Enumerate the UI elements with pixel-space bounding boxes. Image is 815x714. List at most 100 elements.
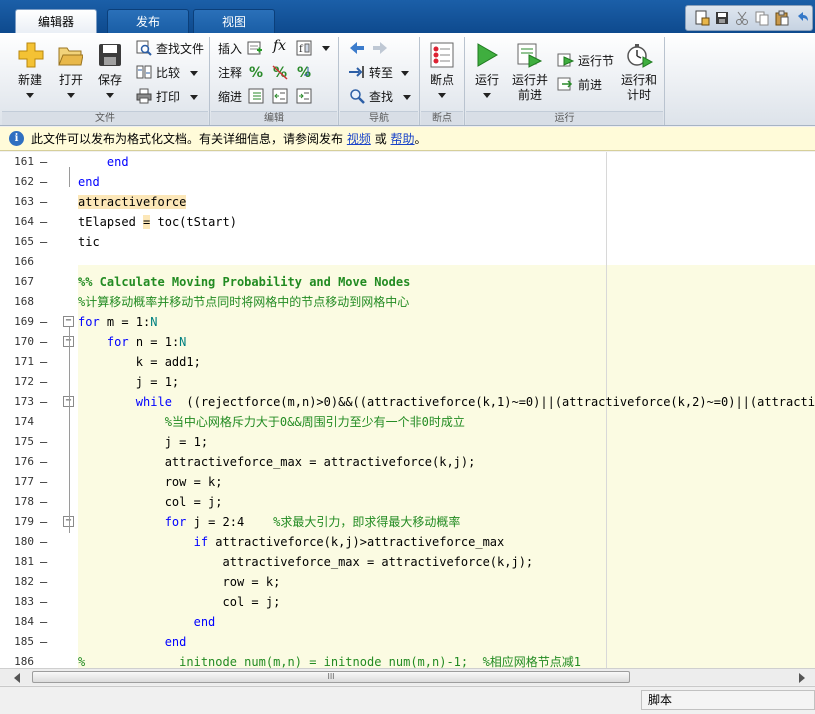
code-editor[interactable]: 161– end 162– end 163– attractiveforce 164– tE… bbox=[0, 152, 815, 668]
paste-icon[interactable] bbox=[774, 10, 790, 26]
scroll-right-arrow-icon[interactable] bbox=[799, 673, 805, 683]
executable-line-marker[interactable]: – bbox=[40, 612, 47, 632]
breakpoints-button[interactable]: 断点 bbox=[421, 73, 463, 103]
executable-line-marker[interactable]: – bbox=[40, 352, 47, 372]
run-section-button[interactable]: 运行节 bbox=[578, 52, 614, 69]
executable-line-marker[interactable]: – bbox=[40, 592, 47, 612]
tab-editor[interactable]: 编辑器 bbox=[15, 9, 97, 34]
executable-line-marker[interactable]: – bbox=[40, 312, 47, 332]
compare-dropdown-caret[interactable] bbox=[189, 71, 198, 76]
code-line[interactable]: 185– end bbox=[0, 632, 815, 652]
executable-line-marker[interactable]: – bbox=[40, 532, 47, 552]
find-dropdown-caret[interactable] bbox=[402, 95, 411, 100]
print-dropdown-caret[interactable] bbox=[189, 95, 198, 100]
print-button[interactable]: 打印 bbox=[156, 88, 198, 105]
new-button-label: 新建 bbox=[17, 73, 42, 87]
copy-icon[interactable] bbox=[754, 10, 770, 26]
executable-line-marker[interactable]: – bbox=[40, 552, 47, 572]
undo-icon[interactable] bbox=[794, 10, 810, 26]
tab-view[interactable]: 视图 bbox=[193, 9, 275, 33]
open-button[interactable]: 打开 bbox=[51, 73, 91, 103]
code-line[interactable]: 175– j = 1; bbox=[0, 432, 815, 452]
uncomment-icon[interactable]: % bbox=[272, 64, 288, 80]
code-line[interactable]: 181– attractiveforce_max = attractivefor… bbox=[0, 552, 815, 572]
executable-line-marker[interactable]: – bbox=[40, 512, 47, 532]
new-button[interactable]: 新建 bbox=[10, 73, 50, 103]
code-line[interactable]: 170–− for n = 1:N bbox=[0, 332, 815, 352]
save-dropdown-caret[interactable] bbox=[106, 93, 114, 98]
code-line[interactable]: 184– end bbox=[0, 612, 815, 632]
insert-section-icon[interactable] bbox=[247, 40, 263, 56]
executable-line-marker[interactable]: – bbox=[40, 632, 47, 652]
decrease-indent-icon[interactable] bbox=[272, 88, 288, 104]
back-arrow-icon[interactable] bbox=[348, 40, 366, 56]
code-line[interactable]: 183– col = j; bbox=[0, 592, 815, 612]
insert-text-icon[interactable]: f bbox=[296, 40, 312, 56]
tab-publish[interactable]: 发布 bbox=[107, 9, 189, 33]
code-line[interactable]: 178– col = j; bbox=[0, 492, 815, 512]
code-line[interactable]: 186 % initnode_num(m,n) = initnode_num(m,… bbox=[0, 652, 815, 668]
scroll-left-arrow-icon[interactable] bbox=[14, 673, 20, 683]
save-button[interactable]: 保存 bbox=[90, 73, 130, 103]
code-line[interactable]: 182– row = k; bbox=[0, 572, 815, 592]
open-dropdown-caret[interactable] bbox=[67, 93, 75, 98]
run-button[interactable]: 运行 bbox=[467, 73, 507, 103]
code-line[interactable]: 176– attractiveforce_max = attractivefor… bbox=[0, 452, 815, 472]
cut-icon[interactable] bbox=[734, 10, 750, 26]
code-line[interactable]: 180– if attractiveforce(k,j)>attractivef… bbox=[0, 532, 815, 552]
code-line[interactable]: 165– tic bbox=[0, 232, 815, 252]
executable-line-marker[interactable]: – bbox=[40, 432, 47, 452]
compare-button[interactable]: 比较 bbox=[156, 64, 198, 81]
fold-toggle-icon[interactable]: − bbox=[63, 316, 74, 327]
increase-indent-icon[interactable] bbox=[296, 88, 312, 104]
breakpoints-dropdown-caret[interactable] bbox=[438, 93, 446, 98]
find-files-button[interactable]: 查找文件 bbox=[156, 40, 204, 57]
code-line[interactable]: 173–− while ((rejectforce(m,n)>0)&&((att… bbox=[0, 392, 815, 412]
code-line[interactable]: 174 %当中心网格斥力大于0&&周围引力至少有一个非0时成立 bbox=[0, 412, 815, 432]
code-line[interactable]: 172– j = 1; bbox=[0, 372, 815, 392]
run-and-time-button[interactable]: 运行和 计时 bbox=[618, 73, 660, 103]
code-line[interactable]: 168 %计算移动概率并移动节点同时将网格中的节点移动到网格中心 bbox=[0, 292, 815, 312]
executable-line-marker[interactable]: – bbox=[40, 232, 47, 252]
code-line[interactable]: 162– end bbox=[0, 172, 815, 192]
goto-dropdown-caret[interactable] bbox=[400, 71, 409, 76]
goto-button[interactable]: 转至 bbox=[369, 64, 409, 81]
code-line[interactable]: 161– end bbox=[0, 152, 815, 172]
new-script-icon[interactable] bbox=[694, 10, 710, 26]
wrap-comments-icon[interactable]: % bbox=[296, 64, 312, 80]
insert-dropdown-caret[interactable] bbox=[322, 46, 330, 51]
code-line[interactable]: 179–− for j = 2:4 %求最大引力，即求得最大移动概率 bbox=[0, 512, 815, 532]
executable-line-marker[interactable]: – bbox=[40, 372, 47, 392]
executable-line-marker[interactable]: – bbox=[40, 572, 47, 592]
video-link[interactable]: 视频 bbox=[347, 132, 371, 146]
executable-line-marker[interactable]: – bbox=[40, 492, 47, 512]
advance-button[interactable]: 前进 bbox=[578, 76, 602, 93]
executable-line-marker[interactable]: – bbox=[40, 192, 47, 212]
code-line[interactable]: 167 %% Calculate Moving Probability and M… bbox=[0, 272, 815, 292]
horizontal-scrollbar[interactable]: III bbox=[0, 668, 815, 685]
executable-line-marker[interactable]: – bbox=[40, 172, 47, 192]
code-line[interactable]: 166 bbox=[0, 252, 815, 272]
find-button[interactable]: 查找 bbox=[369, 88, 411, 105]
forward-arrow-icon[interactable] bbox=[371, 40, 389, 56]
code-line[interactable]: 164– tElapsed = toc(tStart) bbox=[0, 212, 815, 232]
executable-line-marker[interactable]: – bbox=[40, 152, 47, 172]
code-line[interactable]: 171– k = add1; bbox=[0, 352, 815, 372]
new-dropdown-caret[interactable] bbox=[26, 93, 34, 98]
help-link[interactable]: 帮助 bbox=[391, 132, 415, 146]
code-line[interactable]: 163– attractiveforce bbox=[0, 192, 815, 212]
smart-indent-icon[interactable] bbox=[248, 88, 264, 104]
code-line[interactable]: 177– row = k; bbox=[0, 472, 815, 492]
run-dropdown-caret[interactable] bbox=[483, 93, 491, 98]
scrollbar-thumb[interactable]: III bbox=[32, 671, 630, 683]
executable-line-marker[interactable]: – bbox=[40, 212, 47, 232]
executable-line-marker[interactable]: – bbox=[40, 392, 47, 412]
comment-percent-icon[interactable]: % bbox=[248, 64, 264, 80]
executable-line-marker[interactable]: – bbox=[40, 472, 47, 492]
executable-line-marker[interactable]: – bbox=[40, 452, 47, 472]
run-and-advance-button[interactable]: 运行并 前进 bbox=[508, 73, 552, 103]
insert-function-button[interactable]: fx bbox=[273, 38, 286, 54]
code-line[interactable]: 169– − for m = 1:N bbox=[0, 312, 815, 332]
executable-line-marker[interactable]: – bbox=[40, 332, 47, 352]
save-icon[interactable] bbox=[714, 10, 730, 26]
